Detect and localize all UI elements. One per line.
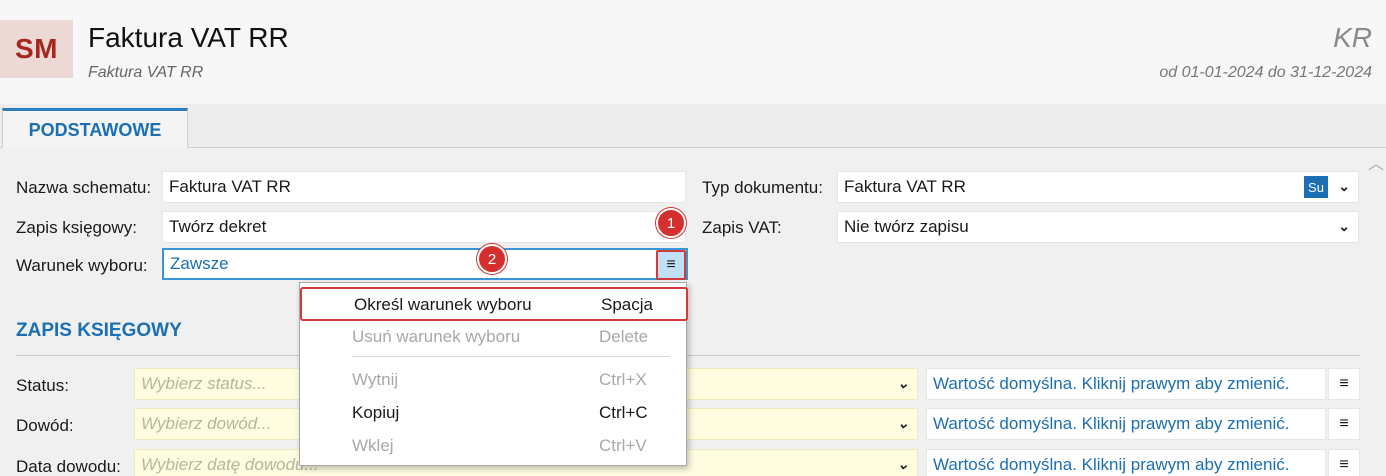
- entry-field[interactable]: Twórz dekret: [162, 211, 686, 243]
- menu-item-cut[interactable]: Wytnij Ctrl+X: [300, 364, 688, 396]
- menu-item-label: Wklej: [352, 436, 394, 455]
- condition-value: Zawsze: [170, 254, 229, 273]
- default-value-text: Wartość domyślna. Kliknij prawym aby zmi…: [933, 455, 1290, 474]
- menu-item-label: Wytnij: [352, 370, 399, 389]
- menu-item-shortcut: Ctrl+V: [599, 436, 647, 455]
- menu-item-shortcut: Delete: [599, 327, 649, 346]
- header-period: od 01-01-2024 do 31-12-2024: [1159, 64, 1372, 81]
- menu-item-set-condition[interactable]: Określ warunek wyboru Spacja: [300, 287, 688, 321]
- entry-value: Twórz dekret: [169, 217, 267, 236]
- doc-type-value: Faktura VAT RR: [844, 177, 966, 196]
- tab-podstawowe[interactable]: PODSTAWOWE: [2, 108, 188, 149]
- tab-bar: PODSTAWOWE: [0, 104, 1386, 149]
- schema-name-field[interactable]: Faktura VAT RR: [162, 171, 686, 203]
- proof-date-menu-button[interactable]: ≡: [1328, 449, 1360, 476]
- doc-type-select[interactable]: Faktura VAT RR Su ⌄: [837, 171, 1359, 203]
- menu-item-paste[interactable]: Wklej Ctrl+V: [300, 430, 688, 462]
- vat-value: Nie twórz zapisu: [844, 217, 969, 236]
- page-header: SM Faktura VAT RR Faktura VAT RR KR od 0…: [0, 0, 1386, 104]
- schema-name-value: Faktura VAT RR: [169, 177, 291, 196]
- status-default[interactable]: Wartość domyślna. Kliknij prawym aby zmi…: [926, 368, 1326, 400]
- menu-item-label: Usuń warunek wyboru: [352, 327, 521, 346]
- condition-field[interactable]: Zawsze ≡: [162, 248, 688, 280]
- menu-item-shortcut: Spacja: [601, 295, 653, 314]
- proof-menu-button[interactable]: ≡: [1328, 408, 1360, 440]
- header-code: KR: [1333, 22, 1372, 53]
- section-divider: [16, 355, 1360, 356]
- proof-label: Dowód:: [16, 416, 74, 435]
- vat-label: Zapis VAT:: [702, 218, 782, 237]
- scroll-up-icon[interactable]: ︿: [1368, 150, 1384, 174]
- step-badge-2: 2: [477, 244, 507, 274]
- page-subtitle: Faktura VAT RR: [88, 64, 204, 81]
- doc-type-label: Typ dokumentu:: [702, 178, 823, 197]
- page-title: Faktura VAT RR: [88, 22, 289, 53]
- section-title: ZAPIS KSIĘGOWY: [16, 320, 182, 341]
- menu-item-shortcut: Ctrl+X: [599, 370, 647, 389]
- status-placeholder: Wybierz status...: [141, 374, 267, 393]
- chevron-down-icon: ⌄: [897, 375, 909, 391]
- menu-item-label: Kopiuj: [352, 403, 400, 422]
- schema-name-label: Nazwa schematu:: [16, 178, 152, 197]
- vat-select[interactable]: Nie twórz zapisu ⌄: [837, 211, 1359, 243]
- hamburger-menu-icon: ≡: [666, 256, 676, 273]
- chevron-down-icon: ⌄: [1338, 178, 1350, 194]
- hamburger-menu-icon: ≡: [1339, 415, 1349, 432]
- chevron-down-icon: ⌄: [897, 456, 909, 472]
- proof-default[interactable]: Wartość domyślna. Kliknij prawym aby zmi…: [926, 408, 1326, 440]
- entry-label: Zapis księgowy:: [16, 218, 137, 237]
- doc-type-badge: Su: [1304, 176, 1328, 198]
- proof-date-default[interactable]: Wartość domyślna. Kliknij prawym aby zmi…: [926, 449, 1326, 476]
- condition-label: Warunek wyboru:: [16, 256, 148, 275]
- step-badge-1: 1: [656, 208, 686, 238]
- menu-separator: [352, 356, 670, 357]
- proof-placeholder: Wybierz dowód...: [141, 414, 272, 433]
- hamburger-menu-icon: ≡: [1339, 375, 1349, 392]
- condition-menu-button[interactable]: ≡: [656, 250, 686, 280]
- menu-item-shortcut: Ctrl+C: [599, 403, 648, 422]
- avatar: SM: [0, 20, 73, 78]
- status-label: Status:: [16, 376, 69, 395]
- proof-date-placeholder: Wybierz datę dowodu...: [141, 455, 319, 474]
- chevron-down-icon: ⌄: [1338, 218, 1350, 234]
- hamburger-menu-icon: ≡: [1339, 456, 1349, 473]
- proof-date-label: Data dowodu:: [16, 457, 121, 476]
- menu-item-copy[interactable]: Kopiuj Ctrl+C: [300, 397, 688, 429]
- default-value-text: Wartość domyślna. Kliknij prawym aby zmi…: [933, 414, 1290, 433]
- menu-item-label: Określ warunek wyboru: [354, 295, 532, 314]
- default-value-text: Wartość domyślna. Kliknij prawym aby zmi…: [933, 374, 1290, 393]
- chevron-down-icon: ⌄: [897, 415, 909, 431]
- status-menu-button[interactable]: ≡: [1328, 368, 1360, 400]
- context-menu: Określ warunek wyboru Spacja Usuń warune…: [299, 282, 688, 466]
- menu-item-remove-condition[interactable]: Usuń warunek wyboru Delete: [300, 321, 688, 353]
